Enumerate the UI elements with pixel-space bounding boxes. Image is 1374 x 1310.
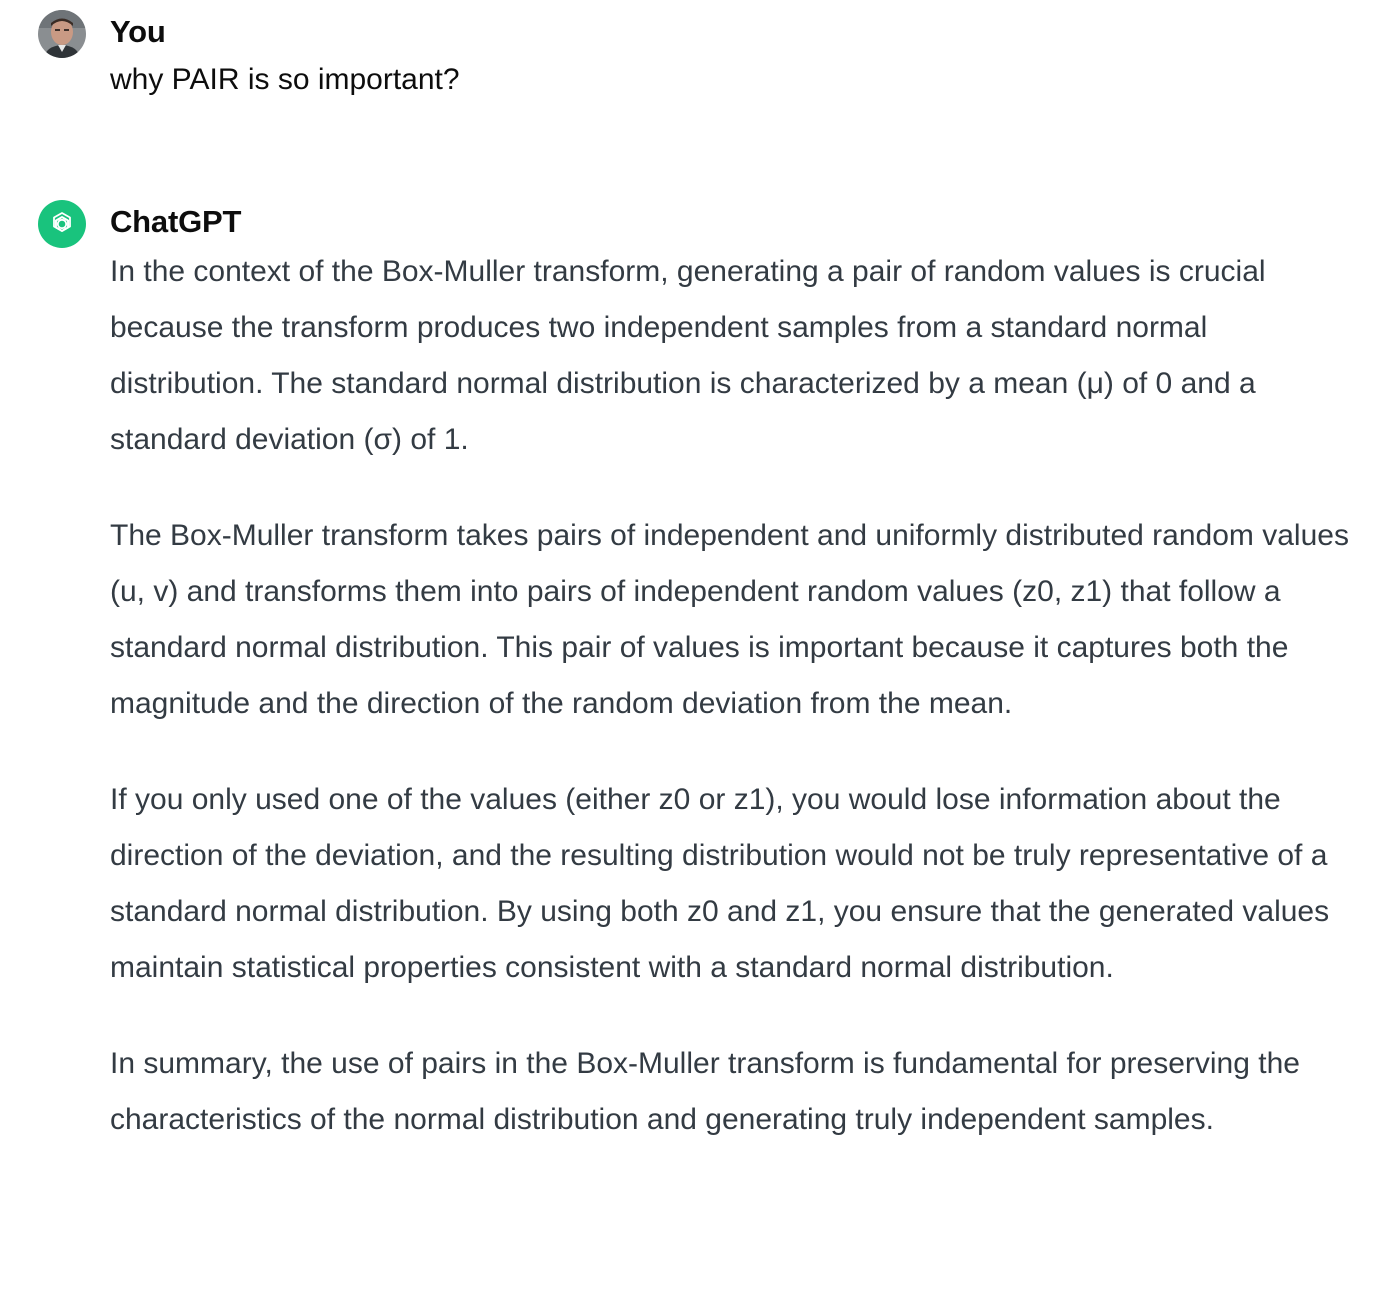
openai-logo-icon xyxy=(53,212,71,232)
answer-paragraph-4: In summary, the use of pairs in the Box-… xyxy=(110,1047,1300,1136)
answer-paragraph-3: If you only used one of the values (eith… xyxy=(110,783,1330,984)
chatgpt-avatar xyxy=(38,200,86,248)
answer-paragraph-2: The Box-Muller transform takes pairs of … xyxy=(110,519,1349,720)
user-author-name: You xyxy=(110,14,166,49)
assistant-answer: In the context of the Box-Muller transfo… xyxy=(110,244,1360,1188)
answer-paragraph-1: In the context of the Box-Muller transfo… xyxy=(110,255,1266,456)
user-message-text: why PAIR is so important? xyxy=(110,63,460,96)
user-avatar[interactable] xyxy=(38,10,86,58)
user-photo-icon xyxy=(38,10,86,58)
assistant-author-name: ChatGPT xyxy=(110,204,242,239)
